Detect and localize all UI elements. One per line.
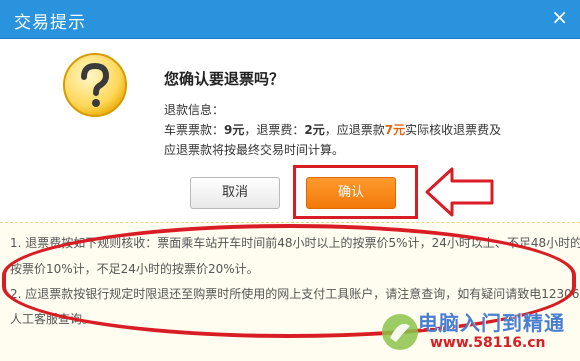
refund-info-line2: 应退票款将按最终交易时间计算。 <box>164 143 345 157</box>
fee-amount: 2元 <box>304 123 325 137</box>
refund-info-label: 退款信息： <box>164 103 225 117</box>
confirm-heading: 您确认要退票吗？ <box>164 70 285 88</box>
ticket-amount: 9元 <box>224 123 245 137</box>
question-mark-icon <box>63 53 127 117</box>
close-icon[interactable]: × <box>551 7 568 27</box>
watermark-url: www.58116.cn <box>430 335 546 351</box>
refund-info: 退款信息： 车票票款：9元，退票费：2元，应退票款7元实际核收退票费及 应退票款… <box>164 100 554 160</box>
refund-info-line1: 车票票款：9元，退票费：2元，应退票款7元实际核收退票费及 <box>164 123 502 137</box>
dialog-title: 交易提示 <box>14 13 86 33</box>
confirm-highlight-box <box>293 165 418 219</box>
refund-confirm-dialog: 交易提示 × 您确认要退票吗？ 退款信息： 车票票款：9元，退票费：2元，应退票… <box>0 0 580 361</box>
dialog-titlebar: 交易提示 × <box>0 0 580 39</box>
refund-amount: 7元 <box>384 123 406 137</box>
watermark-text: 电脑入门到精通 <box>418 311 565 335</box>
cancel-button[interactable]: 取消 <box>190 177 280 209</box>
left-arrow-annotation <box>425 167 494 217</box>
